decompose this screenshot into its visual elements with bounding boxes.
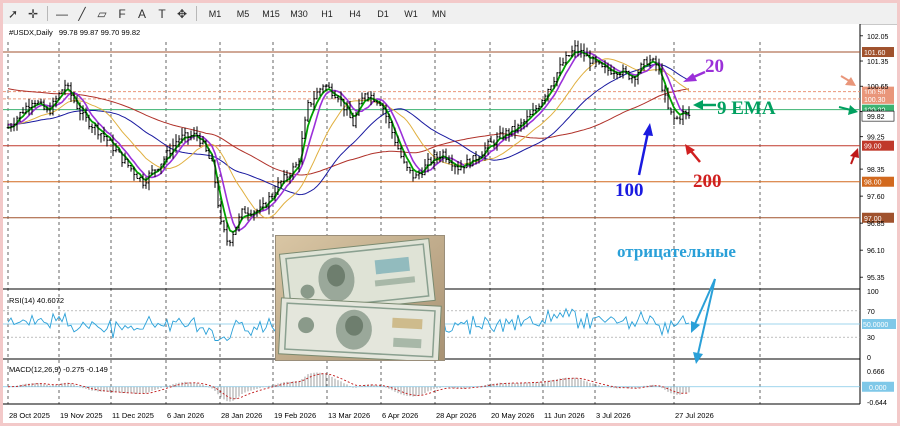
- date-tick-label: 28 Oct 2025: [9, 411, 50, 420]
- rsi-label: RSI(14) 40.6072: [9, 296, 64, 305]
- price-tick-label: 96.10: [867, 248, 885, 255]
- timeframe-mn-button[interactable]: MN: [426, 5, 452, 22]
- banknote-image: [276, 236, 444, 360]
- toolbar-separator: [196, 6, 197, 21]
- shapes-icon[interactable]: ✥: [173, 5, 191, 22]
- date-tick-label: 11 Dec 2025: [112, 411, 154, 420]
- trendline-icon[interactable]: ╱: [73, 5, 91, 22]
- date-tick-label: 19 Feb 2026: [274, 411, 316, 420]
- price-chart[interactable]: 100705030050.0000 0.6660.000-0.644 101.6…: [3, 24, 897, 423]
- toolbar-separator: [47, 6, 48, 21]
- ema9-annotation: 9 EMA: [717, 98, 776, 119]
- horizontal-line-icon[interactable]: —: [53, 5, 71, 22]
- ma20-annotation: 20: [705, 56, 724, 77]
- date-tick-label: 28 Jan 2026: [221, 411, 262, 420]
- ma100-annotation: 100: [615, 180, 644, 201]
- date-tick-label: 11 Jun 2026: [544, 411, 585, 420]
- level-price-label: 100.30: [864, 97, 886, 104]
- price-tick-label: 98.35: [867, 167, 885, 174]
- date-tick-label: 19 Nov 2025: [60, 411, 103, 420]
- date-tick-label: 13 Mar 2026: [328, 411, 370, 420]
- timeframe-h1-button[interactable]: H1: [314, 5, 340, 22]
- price-tick-label: 102.05: [867, 34, 889, 41]
- timeframe-m15-button[interactable]: M15: [258, 5, 284, 22]
- date-tick-label: 3 Jul 2026: [596, 411, 631, 420]
- price-tick-label: 100.65: [867, 84, 889, 91]
- toolbar: ➚ ✛ — ╱ ▱ F A T ✥ M1 M5 M15 M30 H1 H4 D1…: [3, 3, 897, 25]
- price-tick-label: 97.60: [867, 194, 885, 201]
- timeframe-h4-button[interactable]: H4: [342, 5, 368, 22]
- rsi-level-tag-label: 50.0000: [863, 322, 888, 329]
- date-tick-label: 27 Jul 2026: [675, 411, 714, 420]
- crosshair-icon[interactable]: ✛: [24, 5, 42, 22]
- text-tool-icon[interactable]: A: [133, 5, 151, 22]
- price-tick-label: 95.35: [867, 275, 885, 282]
- ma200-annotation: 200: [693, 171, 722, 192]
- date-tick-label: 6 Jan 2026: [167, 411, 204, 420]
- timeframe-m30-button[interactable]: M30: [286, 5, 312, 22]
- label-tool-icon[interactable]: T: [153, 5, 171, 22]
- price-tick-label: 99.25: [867, 135, 885, 142]
- chart-header: #USDX,Daily 99.78 99.87 99.70 99.82: [9, 28, 140, 37]
- date-tick-label: 28 Apr 2026: [436, 411, 476, 420]
- rsi-tick-label: 100: [867, 289, 879, 296]
- timeframe-d1-button[interactable]: D1: [370, 5, 396, 22]
- fibonacci-icon[interactable]: F: [113, 5, 131, 22]
- date-tick-label: 6 Apr 2026: [382, 411, 418, 420]
- current-price-label: 99.82: [867, 114, 885, 121]
- level-price-label: 101.60: [864, 50, 886, 57]
- rsi-tick-label: 0: [867, 355, 871, 362]
- date-tick-label: 20 May 2026: [491, 411, 534, 420]
- level-price-label: 99.00: [864, 144, 882, 151]
- channel-icon[interactable]: ▱: [93, 5, 111, 22]
- dollar-bills-photo: [275, 235, 445, 361]
- level-price-label: 98.00: [864, 180, 882, 187]
- macd-label: MACD(12,26,9) -0.275 -0.149: [9, 365, 108, 374]
- terminal-window: ➚ ✛ — ╱ ▱ F A T ✥ M1 M5 M15 M30 H1 H4 D1…: [3, 3, 897, 423]
- negative-annotation: отрицательные: [617, 242, 736, 261]
- rsi-tick-label: 30: [867, 335, 875, 342]
- rsi-tick-label: 70: [867, 309, 875, 316]
- price-tick-label: 101.35: [867, 59, 889, 66]
- macd-tick-label: -0.644: [867, 400, 887, 407]
- timeframe-w1-button[interactable]: W1: [398, 5, 424, 22]
- macd-tick-label: 0.000: [869, 385, 887, 392]
- timeframe-m5-button[interactable]: M5: [230, 5, 256, 22]
- symbol-label: #USDX,Daily: [9, 28, 53, 37]
- ohlc-values: 99.78 99.87 99.70 99.82: [59, 28, 140, 37]
- timeframe-m1-button[interactable]: M1: [202, 5, 228, 22]
- price-tick-label: 96.85: [867, 221, 885, 228]
- date-axis: 28 Oct 2025 19 Nov 2025 11 Dec 2025 6 Jan 2…: [9, 411, 714, 420]
- macd-tick-label: 0.666: [867, 369, 885, 376]
- price-axis: 101.60100.50100.30100.0099.0098.0097.001…: [860, 34, 895, 282]
- cursor-icon[interactable]: ➚: [4, 5, 22, 22]
